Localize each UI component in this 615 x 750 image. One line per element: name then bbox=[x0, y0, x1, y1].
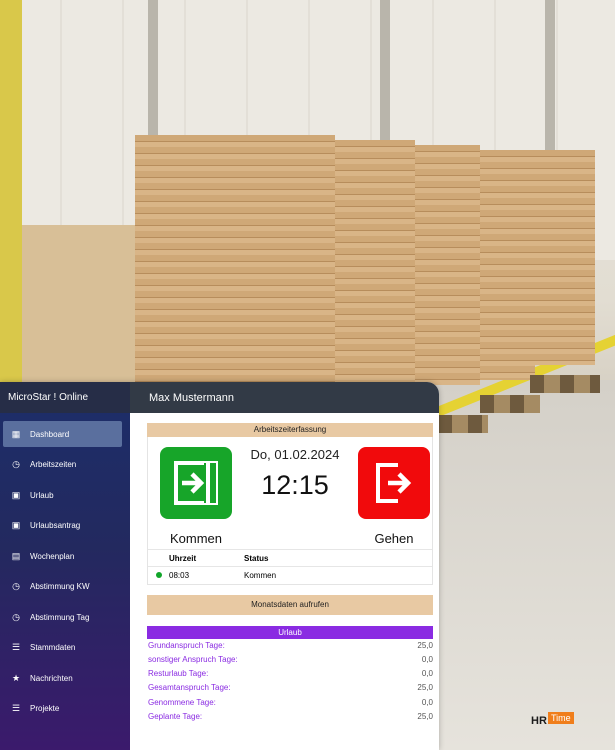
sidebar-item-label: Arbeitszeiten bbox=[30, 460, 77, 469]
main-area: Max Mustermann Arbeitszeiterfassung Komm… bbox=[130, 382, 439, 750]
sidebar-item-label: Abstimmung Tag bbox=[30, 612, 90, 622]
gehen-label: Gehen bbox=[374, 531, 414, 546]
hrtime-logo: HR Time bbox=[531, 712, 581, 730]
urlaub-value: 25,0 bbox=[417, 640, 433, 650]
zeiterfassung-title: Arbeitszeiterfassung bbox=[147, 423, 433, 437]
kommen-button[interactable] bbox=[160, 447, 232, 519]
datetime-display: Do, 01.02.2024 12:15 bbox=[251, 447, 340, 501]
list-item: sonstiger Anspruch Tage: 0,0 bbox=[147, 653, 433, 667]
sidebar-item-label: Nachrichten bbox=[30, 673, 73, 683]
urlaub-value: 0,0 bbox=[421, 654, 433, 664]
gehen-tile: Gehen bbox=[356, 447, 432, 546]
enter-icon bbox=[174, 461, 218, 505]
user-name: Max Mustermann bbox=[130, 382, 439, 413]
sidebar-item-wochenplan[interactable]: ▤ Wochenplan bbox=[3, 543, 122, 569]
gehen-button[interactable] bbox=[358, 447, 430, 519]
list-item: Geplante Tage: 25,0 bbox=[147, 710, 433, 724]
sidebar-item-abstimmung-kw[interactable]: ◷ Abstimmung KW bbox=[3, 574, 122, 600]
urlaub-value: 0,0 bbox=[421, 669, 433, 679]
sidebar-item-abstimmung-tag[interactable]: ◷ Abstimmung Tag bbox=[3, 604, 122, 630]
log-header-time: Uhrzeit bbox=[169, 549, 244, 567]
sidebar-item-urlaubsantrag[interactable]: ▣ Urlaubsantrag bbox=[3, 513, 122, 539]
sidebar-item-urlaub[interactable]: ▣ Urlaub bbox=[3, 482, 122, 508]
zeiterfassung-card: Kommen Do, 01.02.2024 12:15 Gehen Uhrzei… bbox=[147, 437, 433, 585]
sidebar-item-label: Stammdaten bbox=[30, 643, 76, 652]
urlaub-label: Genommene Tage: bbox=[148, 697, 216, 707]
sidebar-item-label: Dashboard bbox=[30, 429, 70, 439]
list-icon: ☰ bbox=[11, 703, 21, 713]
status-dot-icon bbox=[155, 571, 162, 578]
current-time: 12:15 bbox=[261, 470, 329, 500]
table-row: 08:03 Kommen bbox=[148, 567, 432, 584]
list-item: Grundanspruch Tage: 25,0 bbox=[147, 639, 433, 653]
sidebar-item-label: Urlaubsantrag bbox=[30, 521, 81, 530]
app-panel: MicroStar ! Online ▦ Dashboard ◷ Arbeitszei… bbox=[0, 382, 439, 750]
grid-icon: ▦ bbox=[11, 428, 21, 439]
log-header-status: Status bbox=[244, 549, 432, 567]
sidebar: MicroStar ! Online ▦ Dashboard ◷ Arbeitszei… bbox=[0, 382, 130, 750]
sidebar-nav: ▦ Dashboard ◷ Arbeitszeiten ▣ Urlaub ▣ Urlaubsa… bbox=[0, 413, 130, 722]
logo-hr: HR bbox=[531, 715, 547, 727]
sidebar-item-arbeitszeiten[interactable]: ◷ Arbeitszeiten bbox=[3, 452, 122, 478]
sidebar-item-projekte[interactable]: ☰ Projekte bbox=[3, 696, 122, 722]
calendar-check-icon: ▤ bbox=[11, 550, 21, 561]
urlaub-value: 25,0 bbox=[417, 683, 433, 693]
sidebar-item-dashboard[interactable]: ▦ Dashboard bbox=[3, 421, 122, 447]
urlaub-label: Gesamtanspruch Tage: bbox=[148, 683, 231, 693]
star-icon: ★ bbox=[11, 672, 21, 683]
sidebar-item-stammdaten[interactable]: ☰ Stammdaten bbox=[3, 635, 122, 661]
urlaub-label: Grundanspruch Tage: bbox=[148, 640, 225, 650]
kommen-label: Kommen bbox=[169, 531, 223, 546]
urlaub-value: 0,0 bbox=[421, 697, 433, 707]
list-icon: ☰ bbox=[11, 642, 21, 652]
clock-icon: ◷ bbox=[12, 611, 20, 622]
current-date: Do, 01.02.2024 bbox=[250, 447, 340, 462]
calendar-icon: ▣ bbox=[11, 520, 21, 530]
sidebar-item-label: Urlaub bbox=[30, 490, 54, 500]
urlaub-label: Geplante Tage: bbox=[148, 711, 203, 721]
urlaub-label: sonstiger Anspruch Tage: bbox=[148, 654, 238, 664]
exit-icon bbox=[376, 463, 412, 503]
sidebar-item-label: Wochenplan bbox=[30, 551, 75, 561]
sidebar-item-label: Projekte bbox=[30, 704, 60, 713]
logo-time: Time bbox=[548, 712, 574, 724]
urlaub-list: Grundanspruch Tage: 25,0 sonstiger Anspruc… bbox=[147, 639, 433, 725]
booking-log-table: Uhrzeit Status 08:03 Kommen bbox=[148, 549, 432, 584]
clock-icon: ◷ bbox=[12, 459, 20, 469]
kommen-tile: Kommen bbox=[158, 447, 234, 546]
sidebar-item-label: Abstimmung KW bbox=[30, 582, 90, 591]
urlaub-title: Urlaub bbox=[147, 625, 433, 639]
calendar-icon: ▣ bbox=[11, 489, 21, 500]
clock-icon: ◷ bbox=[12, 581, 20, 591]
log-time: 08:03 bbox=[169, 570, 190, 580]
log-status: Kommen bbox=[244, 570, 277, 580]
urlaub-value: 25,0 bbox=[417, 711, 433, 721]
monatsdaten-button[interactable]: Monatsdaten aufrufen bbox=[147, 594, 433, 615]
list-item: Genommene Tage: 0,0 bbox=[147, 696, 433, 710]
list-item: Resturlaub Tage: 0,0 bbox=[147, 667, 433, 681]
list-item: Gesamtanspruch Tage: 25,0 bbox=[147, 681, 433, 695]
app-brand: MicroStar ! Online bbox=[0, 382, 130, 413]
sidebar-item-nachrichten[interactable]: ★ Nachrichten bbox=[3, 665, 122, 691]
urlaub-label: Resturlaub Tage: bbox=[148, 669, 209, 679]
